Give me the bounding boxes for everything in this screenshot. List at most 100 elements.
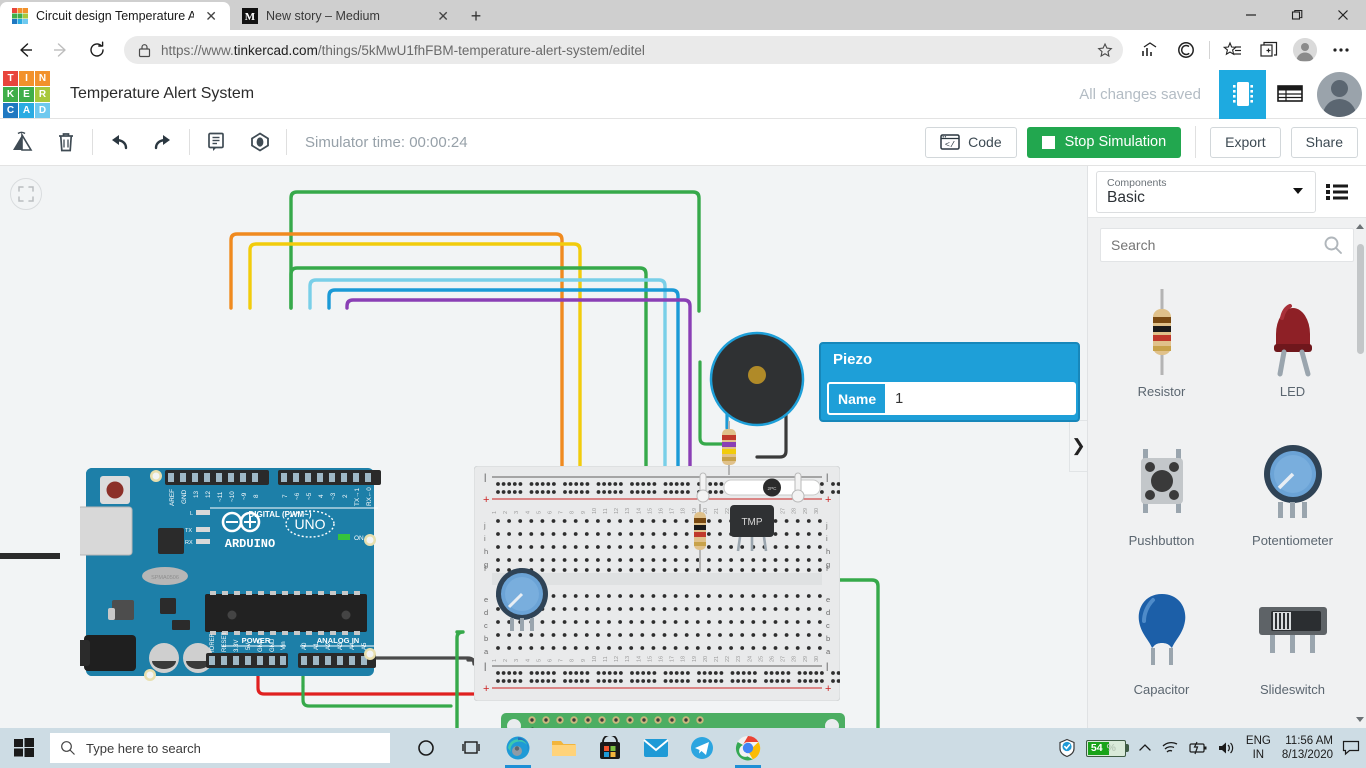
piezo-buzzer[interactable]: [707, 331, 807, 431]
search-input[interactable]: [1111, 237, 1323, 253]
code-button-label: Code: [968, 134, 1001, 150]
microsoft-store-icon[interactable]: [590, 728, 630, 768]
language-indicator[interactable]: ENG IN: [1246, 734, 1271, 762]
sidebar-scrollbar[interactable]: [1355, 218, 1366, 728]
rotate-icon[interactable]: [0, 119, 44, 165]
name-field-row[interactable]: Name 1: [827, 382, 1076, 415]
redo-icon[interactable]: [141, 119, 185, 165]
user-avatar[interactable]: [1317, 72, 1362, 117]
battery-percent-suffix: %: [1103, 742, 1116, 754]
breadboard-ic[interactable]: 2PC: [722, 476, 822, 500]
stop-simulation-button[interactable]: Stop Simulation: [1027, 127, 1182, 158]
back-button[interactable]: [8, 35, 42, 65]
pushbutton-icon: [1131, 431, 1193, 531]
tmp-label: TMP: [741, 517, 762, 528]
potentiometer-component[interactable]: [490, 564, 560, 644]
tinkercad-logo[interactable]: T I N K E R C A D: [3, 71, 53, 118]
logo-cell: T: [3, 71, 18, 86]
volume-icon[interactable]: [1217, 740, 1237, 756]
reload-button[interactable]: [80, 35, 114, 65]
tab-actions-icon[interactable]: [1252, 35, 1286, 65]
list-view-button[interactable]: [1266, 70, 1313, 119]
svg-text:~6: ~6: [294, 492, 301, 500]
start-button[interactable]: [0, 728, 48, 768]
tab-tinkercad[interactable]: Circuit design Temperature Alert ✕: [0, 2, 230, 30]
edge-icon[interactable]: [498, 728, 538, 768]
task-view-icon[interactable]: [452, 728, 492, 768]
telegram-icon[interactable]: [682, 728, 722, 768]
favorites-icon[interactable]: [1216, 35, 1250, 65]
svg-text:2PC: 2PC: [768, 486, 778, 491]
star-icon[interactable]: [1097, 42, 1113, 58]
notification-icon[interactable]: [1342, 740, 1360, 756]
battery-indicator[interactable]: 54 %: [1086, 740, 1129, 757]
show-hidden-icons-chevron[interactable]: [1138, 741, 1152, 755]
breadboard-resistor[interactable]: [690, 504, 710, 574]
scroll-down-icon[interactable]: [1356, 717, 1364, 722]
svg-text:h: h: [826, 547, 830, 556]
svg-text:</: </: [945, 140, 955, 150]
collections-icon[interactable]: [1133, 35, 1167, 65]
chevron-down-icon[interactable]: [1293, 188, 1303, 194]
components-view-button[interactable]: [1219, 70, 1266, 119]
tab-medium[interactable]: M New story – Medium ✕: [230, 2, 462, 30]
svg-text:4: 4: [318, 494, 325, 498]
component-item-pushbutton[interactable]: Pushbutton: [1096, 423, 1227, 570]
settings-more-icon[interactable]: [1324, 35, 1358, 65]
tab-close-button[interactable]: ✕: [434, 8, 452, 24]
scrollbar-thumb[interactable]: [1357, 244, 1364, 354]
search-icon[interactable]: [1323, 235, 1343, 255]
svg-text:GND: GND: [181, 489, 188, 504]
list-view-toggle[interactable]: [1316, 182, 1358, 202]
component-item-resistor[interactable]: Resistor: [1096, 274, 1227, 421]
wifi-icon[interactable]: [1161, 740, 1179, 756]
name-field-value[interactable]: 1: [885, 391, 903, 407]
address-bar[interactable]: https://www.tinkercad.com/things/5kMwU1f…: [124, 36, 1123, 64]
components-sidebar: Components Basic Resistor: [1087, 166, 1366, 728]
logo-cell: A: [19, 103, 34, 118]
mail-icon[interactable]: [636, 728, 676, 768]
temperature-sensor-tmp36[interactable]: TMP: [728, 499, 784, 561]
clock[interactable]: 11:56 AM 8/13/2020: [1282, 734, 1333, 762]
component-item-capacitor[interactable]: Capacitor: [1096, 572, 1227, 719]
security-shield-icon[interactable]: [1057, 738, 1077, 758]
file-explorer-icon[interactable]: [544, 728, 584, 768]
svg-text:|: |: [826, 472, 828, 482]
web-capture-icon[interactable]: [1169, 35, 1203, 65]
note-icon[interactable]: [194, 119, 238, 165]
close-button[interactable]: [1320, 0, 1366, 30]
code-button[interactable]: </ Code: [925, 127, 1016, 158]
share-button[interactable]: Share: [1291, 127, 1358, 158]
scroll-up-icon[interactable]: [1356, 224, 1364, 229]
maximize-button[interactable]: [1274, 0, 1320, 30]
circuit-canvas[interactable]: AREF GND 13 12 ~11 ~10 ~9 8 7 ~6 ~5 4 ~3…: [0, 166, 1087, 728]
lcd-display[interactable]: GND VCC V0 RS RW E DB0 DB1 DB2 DB3 DB4 D…: [499, 709, 847, 728]
component-item-slideswitch[interactable]: Slideswitch: [1227, 572, 1358, 719]
svg-text:e: e: [484, 595, 488, 604]
component-item-potentiometer[interactable]: Potentiometer: [1227, 423, 1358, 570]
battery-charging-icon[interactable]: [1188, 741, 1208, 755]
svg-text:3.3V: 3.3V: [234, 640, 240, 652]
svg-text:~5: ~5: [306, 492, 313, 500]
piezo-resistor[interactable]: [719, 421, 739, 477]
new-tab-button[interactable]: +: [462, 2, 490, 30]
minimize-button[interactable]: [1228, 0, 1274, 30]
search-box[interactable]: [1100, 228, 1354, 262]
component-properties-panel[interactable]: Piezo Name 1: [819, 342, 1080, 422]
wire-green-top: [291, 192, 699, 311]
component-item-led[interactable]: LED: [1227, 274, 1358, 421]
export-button[interactable]: Export: [1210, 127, 1280, 158]
taskbar-search-placeholder: Type here to search: [86, 741, 201, 756]
trash-icon[interactable]: [44, 119, 88, 165]
eye-icon[interactable]: [238, 119, 282, 165]
arduino-uno-board[interactable]: AREF GND 13 12 ~11 ~10 ~9 8 7 ~6 ~5 4 ~3…: [80, 462, 400, 702]
tab-close-button[interactable]: ✕: [202, 8, 220, 24]
cortana-icon[interactable]: [406, 728, 446, 768]
panel-collapse-handle[interactable]: ❯: [1069, 420, 1087, 472]
chrome-icon[interactable]: [728, 728, 768, 768]
svg-text:A3: A3: [338, 642, 344, 650]
undo-icon[interactable]: [97, 119, 141, 165]
taskbar-search[interactable]: Type here to search: [50, 733, 390, 763]
profile-icon[interactable]: [1288, 35, 1322, 65]
components-category-select[interactable]: Components Basic: [1096, 171, 1316, 213]
